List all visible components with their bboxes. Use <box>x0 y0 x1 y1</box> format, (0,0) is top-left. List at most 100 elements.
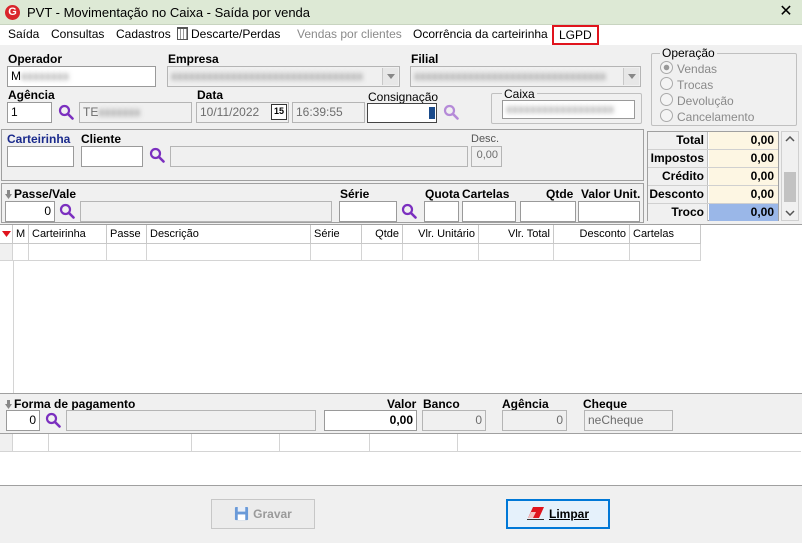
serie-input[interactable] <box>339 201 397 222</box>
agencia-code-input[interactable]: 1 <box>7 102 52 123</box>
grid-cell[interactable] <box>403 244 479 261</box>
text-caret <box>429 107 435 119</box>
caixa-field: xxxxxxxxxxxxxxxxxx <box>502 100 635 119</box>
cliente-search-icon[interactable] <box>149 147 165 163</box>
menu-descarte-perdas[interactable]: Descarte/Perdas <box>177 27 280 41</box>
col-header-passe[interactable]: Passe <box>107 225 147 244</box>
empresa-dropdown-icon <box>382 68 398 85</box>
col-header-carteirinha[interactable]: Carteirinha <box>29 225 107 244</box>
grid-cell[interactable] <box>630 244 701 261</box>
col-header-qtde[interactable]: Qtde <box>362 225 403 244</box>
carteirinha-label: Carteirinha <box>7 132 71 146</box>
operador-field[interactable]: Mxxxxxxxx <box>7 66 156 87</box>
scroll-up-icon[interactable] <box>785 136 795 142</box>
carteirinha-input[interactable] <box>7 146 74 167</box>
pagamento-agencia-input[interactable]: 0 <box>502 410 567 431</box>
eraser-icon <box>526 507 544 520</box>
menu-saida[interactable]: Saída <box>8 27 39 41</box>
cheque-input[interactable]: neCheque <box>584 410 673 431</box>
sort-arrow-icon <box>5 190 12 199</box>
passe-label-wrap: Passe/Vale <box>5 187 76 201</box>
items-grid[interactable]: M Carteirinha Passe Descrição Série Qtde… <box>0 224 802 394</box>
valor-unit-input[interactable] <box>578 201 640 222</box>
consignacao-search-icon[interactable] <box>443 104 459 120</box>
cliente-code-input[interactable] <box>81 146 143 167</box>
grid-cell[interactable] <box>370 434 458 452</box>
cliente-name-field <box>170 146 468 167</box>
scroll-down-icon[interactable] <box>785 210 795 216</box>
agencia-search-icon[interactable] <box>58 104 74 120</box>
operador-label: Operador <box>8 52 63 66</box>
limpar-button[interactable]: Limpar <box>506 499 610 529</box>
col-header-vlr-total[interactable]: Vlr. Total <box>479 225 554 244</box>
calendar-icon[interactable]: 15 <box>271 104 287 120</box>
passe-label: Passe/Vale <box>14 187 77 201</box>
cartelas-input[interactable] <box>462 201 516 222</box>
desc-label: Desc. <box>471 133 500 145</box>
banco-input[interactable]: 0 <box>422 410 486 431</box>
grid-cell[interactable] <box>362 244 403 261</box>
gravar-button[interactable]: Gravar <box>211 499 315 529</box>
grid-cell[interactable] <box>29 244 107 261</box>
menu-ocorrencia-carteirinha[interactable]: Ocorrência da carteirinha <box>413 27 548 41</box>
filial-select[interactable]: xxxxxxxxxxxxxxxxxxxxxxxxxxxxxxxx <box>410 66 641 87</box>
totals-scrollbar[interactable] <box>781 131 799 221</box>
grid-cell[interactable] <box>479 244 554 261</box>
operador-redacted: xxxxxxxx <box>21 69 69 83</box>
troco-value: 0,00 <box>709 204 778 221</box>
qtde-input[interactable] <box>520 201 576 222</box>
empresa-select[interactable]: xxxxxxxxxxxxxxxxxxxxxxxxxxxxxxxx <box>167 66 400 87</box>
col-header-serie[interactable]: Série <box>311 225 362 244</box>
grid-cell[interactable] <box>192 434 280 452</box>
grid-cell[interactable] <box>147 244 311 261</box>
grid-cell[interactable] <box>13 434 49 452</box>
grid-cell[interactable] <box>49 434 192 452</box>
filial-dropdown-icon <box>623 68 639 85</box>
forma-pagamento-label: Forma de pagamento <box>14 397 136 411</box>
menu-cadastros[interactable]: Cadastros <box>116 27 171 41</box>
passe-input[interactable]: 0 <box>5 201 55 222</box>
total-row: Total 0,00 <box>648 132 778 150</box>
forma-pagamento-input[interactable]: 0 <box>6 410 40 431</box>
grid-cell[interactable] <box>107 244 147 261</box>
col-header-descricao[interactable]: Descrição <box>147 225 311 244</box>
col-header-desconto[interactable]: Desconto <box>554 225 630 244</box>
scroll-thumb[interactable] <box>784 172 796 202</box>
banco-label: Banco <box>423 397 460 411</box>
forma-pagamento-search-icon[interactable] <box>45 412 61 428</box>
menu-vendas-por-clientes[interactable]: Vendas por clientes <box>297 27 402 41</box>
radio-devolucao[interactable]: Devolução <box>660 93 734 108</box>
agencia-name-redacted: xxxxxxx <box>98 105 141 119</box>
consignacao-input[interactable] <box>367 103 437 123</box>
pagamento-agencia-label: Agência <box>502 397 549 411</box>
pagamento-grid[interactable] <box>0 433 802 486</box>
col-header-m[interactable]: M <box>13 225 29 244</box>
passe-search-icon[interactable] <box>59 203 75 219</box>
radio-vendas[interactable]: Vendas <box>660 61 717 76</box>
col-header-cartelas[interactable]: Cartelas <box>630 225 701 244</box>
menu-lgpd[interactable]: LGPD <box>552 25 599 45</box>
radio-trocas[interactable]: Trocas <box>660 77 713 92</box>
menu-descarte-perdas-label: Descarte/Perdas <box>191 27 281 41</box>
total-label: Total <box>648 132 708 149</box>
app-logo-icon: G <box>5 5 20 20</box>
menu-consultas[interactable]: Consultas <box>51 27 104 41</box>
grid-cell[interactable] <box>280 434 370 452</box>
close-button[interactable]: ✕ <box>772 1 800 23</box>
serie-search-icon[interactable] <box>401 203 417 219</box>
grid-cell[interactable] <box>458 434 801 452</box>
grid-cell[interactable] <box>554 244 630 261</box>
col-header-vlr-unitario[interactable]: Vlr. Unitário <box>403 225 479 244</box>
valor-input[interactable]: 0,00 <box>324 410 417 431</box>
grid-cell[interactable] <box>311 244 362 261</box>
agencia-label: Agência <box>8 88 55 102</box>
cheque-label: Cheque <box>583 397 628 411</box>
grid-cell[interactable] <box>13 244 29 261</box>
radio-cancelamento[interactable]: Cancelamento <box>660 109 754 124</box>
desconto-value: 0,00 <box>709 186 778 203</box>
filial-redacted: xxxxxxxxxxxxxxxxxxxxxxxxxxxxxxxx <box>414 69 606 83</box>
cartelas-label: Cartelas <box>462 187 510 201</box>
quota-input[interactable] <box>424 201 459 222</box>
quota-label: Quota <box>425 187 460 201</box>
sort-arrow-icon <box>5 400 12 409</box>
